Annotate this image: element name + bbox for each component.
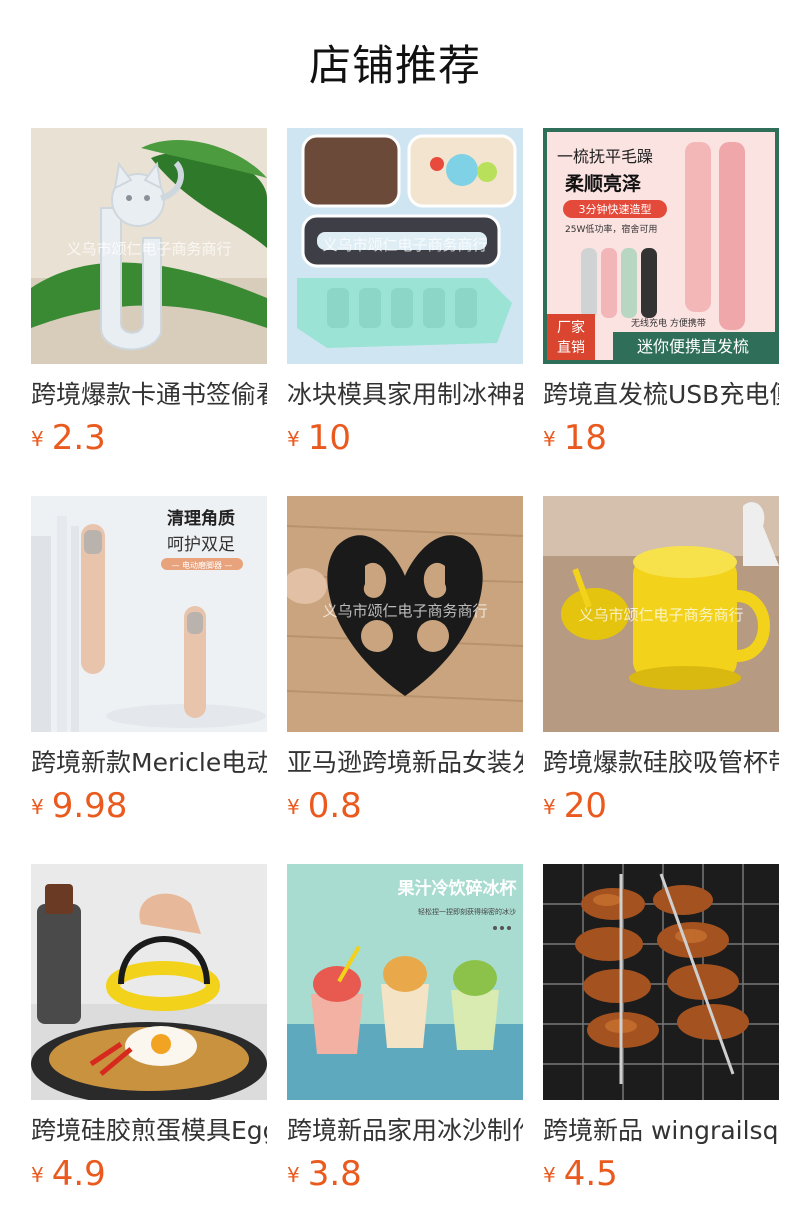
promo-headline: 清理角质 [167,508,235,529]
currency-symbol: ¥ [31,795,44,819]
price-value: 2.3 [51,418,106,458]
promo-headline: 果汁冷饮碎冰杯 [398,878,517,899]
product-image[interactable]: 义乌市颂仁电子商务商行 [287,128,523,364]
currency-symbol: ¥ [31,1163,44,1187]
product-price: ¥20 [543,786,779,827]
hair-clip-icon: 义乌市颂仁电子商务商行 [287,496,523,732]
factory-label: 厂家 [557,319,585,336]
product-card[interactable]: 清理角质 呵护双足 — 电动磨脚器 — 跨境新款Mericle电动磨脚器 ¥9.… [31,496,267,864]
promo-subheadline: 轻松捏一捏即刻获得绵密的冰沙 [418,907,516,916]
product-price: ¥18 [543,418,779,459]
product-name[interactable]: 跨境硅胶煎蛋模具Egg Ring [31,1114,267,1148]
product-card[interactable]: 跨境硅胶煎蛋模具Egg Ring ¥4.9 [31,864,267,1232]
product-name[interactable]: 跨境新品 wingrailsq烤肉架 [543,1114,779,1148]
product-price: ¥0.8 [287,786,523,827]
wireless-note: 无线充电 方便携带 [631,317,706,329]
price-value: 9.98 [51,786,128,826]
price-value: 0.8 [307,786,362,826]
foot-file-icon: 清理角质 呵护双足 — 电动磨脚器 — [31,496,267,732]
currency-symbol: ¥ [543,795,556,819]
watermark-text: 义乌市颂仁电子商务商行 [66,240,231,258]
ice-mold-icon: 义乌市颂仁电子商务商行 [287,128,523,364]
product-card[interactable]: 义乌市颂仁电子商务商行 跨境爆款卡通书签偷看书签创意 ¥2.3 [31,128,267,496]
promo-headline: 一梳抚平毛躁 [557,147,653,166]
product-price: ¥9.98 [31,786,267,827]
cat-bookmark-icon: 义乌市颂仁电子商务商行 [31,128,267,364]
promo-subheadline: 呵护双足 [167,535,235,555]
promo-badge: — 电动磨脚器 — [171,560,232,570]
product-image[interactable]: 义乌市颂仁电子商务商行 [31,128,267,364]
product-price: ¥2.3 [31,418,267,459]
price-value: 10 [307,418,351,458]
product-card[interactable]: 果汁冷饮碎冰杯 轻松捏一捏即刻获得绵密的冰沙 跨境新品家用冰沙制作杯 ¥3.8 [287,864,523,1232]
product-image[interactable]: 一梳抚平毛躁 柔顺亮泽 3分钟快速造型 25W低功率，宿舍可用 厂家 直销 无线… [543,128,779,364]
product-card[interactable]: 义乌市颂仁电子商务商行 冰块模具家用制冰神器 ¥10 [287,128,523,496]
product-image[interactable] [543,864,779,1100]
product-name[interactable]: 跨境爆款卡通书签偷看书签创意 [31,378,267,412]
product-card[interactable]: 义乌市颂仁电子商务商行 跨境爆款硅胶吸管杯带盖 ¥20 [543,496,779,864]
promo-footer: 迷你便携直发梳 [637,337,749,356]
currency-symbol: ¥ [287,795,300,819]
product-image[interactable]: 清理角质 呵护双足 — 电动磨脚器 — [31,496,267,732]
price-value: 3.8 [307,1154,362,1194]
product-card[interactable]: 义乌市颂仁电子商务商行 亚马逊跨境新品女装发夹 ¥0.8 [287,496,523,864]
watermark-text: 义乌市颂仁电子商务商行 [322,236,487,254]
hair-straightener-icon: 一梳抚平毛躁 柔顺亮泽 3分钟快速造型 25W低功率，宿舍可用 厂家 直销 无线… [543,128,779,364]
watermark-text: 义乌市颂仁电子商务商行 [322,602,487,620]
currency-symbol: ¥ [31,427,44,451]
watermark-text: 义乌市颂仁电子商务商行 [578,606,743,624]
product-image[interactable]: 义乌市颂仁电子商务商行 [543,496,779,732]
price-value: 4.9 [51,1154,106,1194]
price-value: 4.5 [563,1154,618,1194]
price-value: 20 [563,786,607,826]
product-image[interactable] [31,864,267,1100]
promo-subheadline: 柔顺亮泽 [565,172,641,195]
product-price: ¥3.8 [287,1154,523,1195]
currency-symbol: ¥ [543,427,556,451]
promo-badge: 3分钟快速造型 [579,202,652,216]
currency-symbol: ¥ [287,427,300,451]
slushy-cup-icon: 果汁冷饮碎冰杯 轻松捏一捏即刻获得绵密的冰沙 [287,864,523,1100]
bbq-wing-rack-icon [543,864,779,1100]
product-name[interactable]: 跨境新款Mericle电动磨脚器 [31,746,267,780]
product-name[interactable]: 冰块模具家用制冰神器 [287,378,523,412]
product-card[interactable]: 跨境新品 wingrailsq烤肉架 ¥4.5 [543,864,779,1232]
product-name[interactable]: 跨境爆款硅胶吸管杯带盖 [543,746,779,780]
product-grid: 义乌市颂仁电子商务商行 跨境爆款卡通书签偷看书签创意 ¥2.3 [31,128,790,1232]
direct-sale-label: 直销 [557,339,585,356]
product-image[interactable]: 果汁冷饮碎冰杯 轻松捏一捏即刻获得绵密的冰沙 [287,864,523,1100]
product-image[interactable]: 义乌市颂仁电子商务商行 [287,496,523,732]
product-price: ¥4.9 [31,1154,267,1195]
currency-symbol: ¥ [287,1163,300,1187]
product-card[interactable]: 一梳抚平毛躁 柔顺亮泽 3分钟快速造型 25W低功率，宿舍可用 厂家 直销 无线… [543,128,779,496]
product-name[interactable]: 亚马逊跨境新品女装发夹 [287,746,523,780]
currency-symbol: ¥ [543,1163,556,1187]
product-name[interactable]: 跨境直发梳USB充电便携 [543,378,779,412]
straw-cup-icon: 义乌市颂仁电子商务商行 [543,496,779,732]
product-price: ¥4.5 [543,1154,779,1195]
product-price: ¥10 [287,418,523,459]
product-name[interactable]: 跨境新品家用冰沙制作杯 [287,1114,523,1148]
page-title: 店铺推荐 [308,41,481,90]
promo-note: 25W低功率，宿舍可用 [565,223,657,235]
egg-ring-icon [31,864,267,1100]
price-value: 18 [563,418,607,458]
